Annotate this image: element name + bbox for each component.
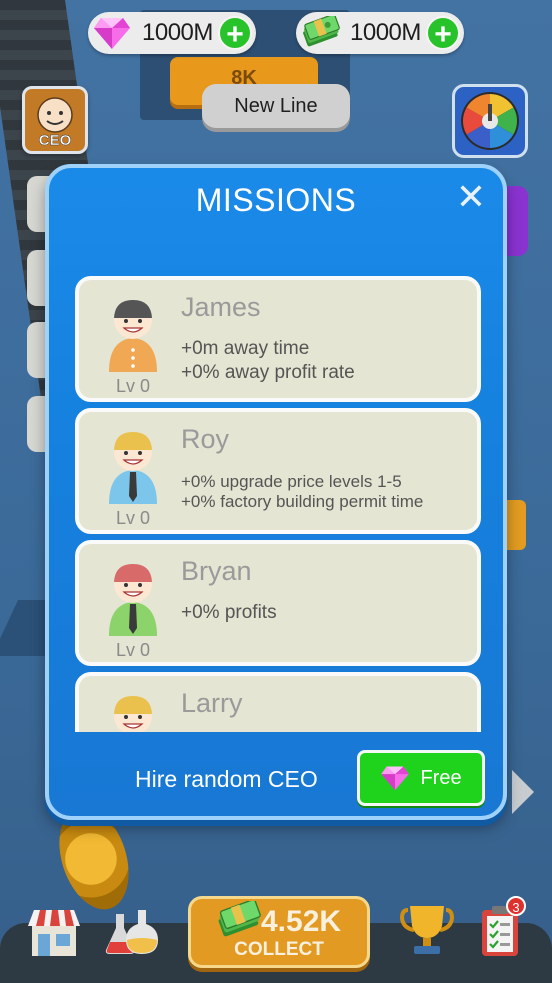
hire-random-ceo-label: Hire random CEO [135,766,318,792]
cash-icon [218,901,261,937]
gem-icon [90,13,134,53]
research-lab-icon[interactable] [102,906,162,956]
gem-icon [381,766,410,791]
ceo-perk: +0% factory building permit time [181,492,424,511]
ceo-name: Bryan [181,556,252,586]
ceo-perk: +0% profits [181,602,277,623]
spin-wheel-button[interactable] [452,84,528,158]
gem-amount: 1000M [142,19,213,46]
ceo-perk: +0m away time [181,338,310,359]
ceo-avatar-icon [109,564,157,636]
ceo-list[interactable]: Lv 0 James +0m away time +0% away profit… [73,274,483,732]
trophy-icon[interactable] [400,904,454,956]
ceo-perk: +0% upgrade price levels 1-5 [181,472,402,491]
arrow-icon [512,770,534,814]
hire-free-button[interactable]: Free [357,750,485,806]
ceo-name: James [181,292,261,322]
collect-button[interactable]: 4.52K COLLECT [188,896,370,968]
ceo-button-label: CEO [38,132,72,149]
add-cash-button[interactable]: + [426,16,460,51]
gem-counter: 1000M + [88,12,256,54]
collect-amount: 4.52K [261,905,342,938]
ceo-card-james[interactable]: Lv 0 James +0m away time +0% away profit… [75,276,481,402]
cash-icon [298,13,342,53]
spin-wheel-icon [461,92,519,150]
ceo-level: Lv 0 [115,508,151,528]
ceo-level: Lv 0 [115,376,151,396]
add-gems-button[interactable]: + [218,16,252,51]
ceo-name: Larry [181,688,243,718]
shop-icon[interactable] [26,906,82,956]
ceo-button[interactable]: CEO [22,86,88,154]
missions-modal: MISSIONS ✕ Lv 0 James +0m away time +0% … [45,164,507,820]
modal-title: MISSIONS [195,182,357,218]
new-line-button[interactable]: New Line [202,84,350,128]
ceo-perk: +0% away profit rate [181,362,355,383]
close-button[interactable]: ✕ [453,179,489,216]
cash-counter: 1000M + [296,12,464,54]
ceo-avatar-icon [109,300,157,372]
ceo-avatar-icon [109,432,157,504]
ceo-name: Roy [181,424,230,454]
notification-badge: 3 [506,896,526,916]
cash-amount: 1000M [350,19,421,46]
ceo-card-bryan[interactable]: Lv 0 Bryan +0% profits [75,540,481,666]
ceo-card-roy[interactable]: Lv 0 Roy +0% upgrade price levels 1-5 +0… [75,408,481,534]
ceo-level: Lv 0 [115,640,151,660]
collect-label: COLLECT [234,939,324,960]
free-button-label: Free [420,766,462,789]
ceo-face-icon [37,97,73,133]
ceo-avatar-icon [114,696,152,732]
ceo-card-larry[interactable]: Larry [75,672,481,732]
